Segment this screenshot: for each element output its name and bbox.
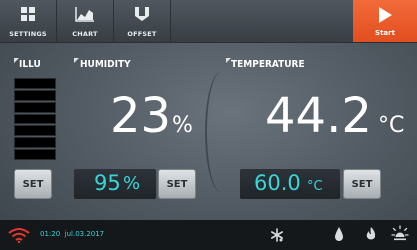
humidity-unit: %	[172, 113, 193, 138]
light-icon	[391, 225, 409, 241]
chart-label: CHART	[72, 30, 98, 38]
status-bar: 01:20 jul.03.2017	[0, 220, 417, 250]
wifi-icon	[8, 228, 30, 243]
humidity-setpoint-unit: %	[123, 173, 141, 194]
illu-segment	[14, 113, 56, 125]
section-divider	[205, 72, 237, 192]
chart-icon	[75, 7, 94, 22]
temperature-setpoint-unit: °C	[307, 179, 323, 194]
play-icon	[379, 7, 392, 23]
grid-icon	[21, 7, 35, 21]
temperature-set-button[interactable]: SET	[343, 169, 381, 199]
flame-icon	[366, 227, 376, 240]
status-date: jul.03.2017	[64, 230, 105, 238]
controller-screen: SETTINGS CHART OFFSET Start ILLU HUMIDIT…	[0, 0, 417, 250]
status-time: 01:20	[40, 230, 61, 238]
temperature-setpoint-value: 60.0	[254, 171, 301, 195]
illu-segment	[14, 78, 56, 89]
illu-segment	[14, 101, 56, 113]
status-datetime: 01:20 jul.03.2017	[40, 230, 104, 238]
illu-segment	[14, 137, 56, 149]
corner-marker	[74, 58, 79, 63]
fan-icon	[270, 228, 283, 242]
offset-label: OFFSET	[127, 30, 157, 38]
illu-segment	[14, 125, 56, 137]
settings-label: SETTINGS	[9, 30, 47, 38]
illu-segment	[14, 89, 56, 101]
start-button[interactable]: Start	[353, 0, 417, 42]
illu-segment	[14, 149, 56, 161]
temperature-value: 44.2	[265, 88, 372, 144]
water-drop-icon	[335, 227, 343, 241]
settings-button[interactable]: SETTINGS	[0, 0, 57, 42]
illumination-level-bar	[14, 78, 56, 161]
humidity-value: 23	[110, 88, 172, 144]
humidity-set-button[interactable]: SET	[158, 169, 196, 199]
top-toolbar: SETTINGS CHART OFFSET Start	[0, 0, 417, 43]
start-label: Start	[375, 29, 395, 37]
offset-button[interactable]: OFFSET	[114, 0, 171, 42]
illu-label: ILLU	[19, 59, 41, 70]
humidity-label: HUMIDITY	[80, 59, 131, 70]
chart-button[interactable]: CHART	[57, 0, 114, 42]
temperature-unit: °C	[378, 113, 405, 138]
offset-icon	[135, 7, 149, 21]
humidity-setpoint-value: 95	[94, 171, 121, 195]
illu-set-button[interactable]: SET	[14, 169, 52, 199]
temperature-label: TEMPERATURE	[231, 59, 305, 70]
